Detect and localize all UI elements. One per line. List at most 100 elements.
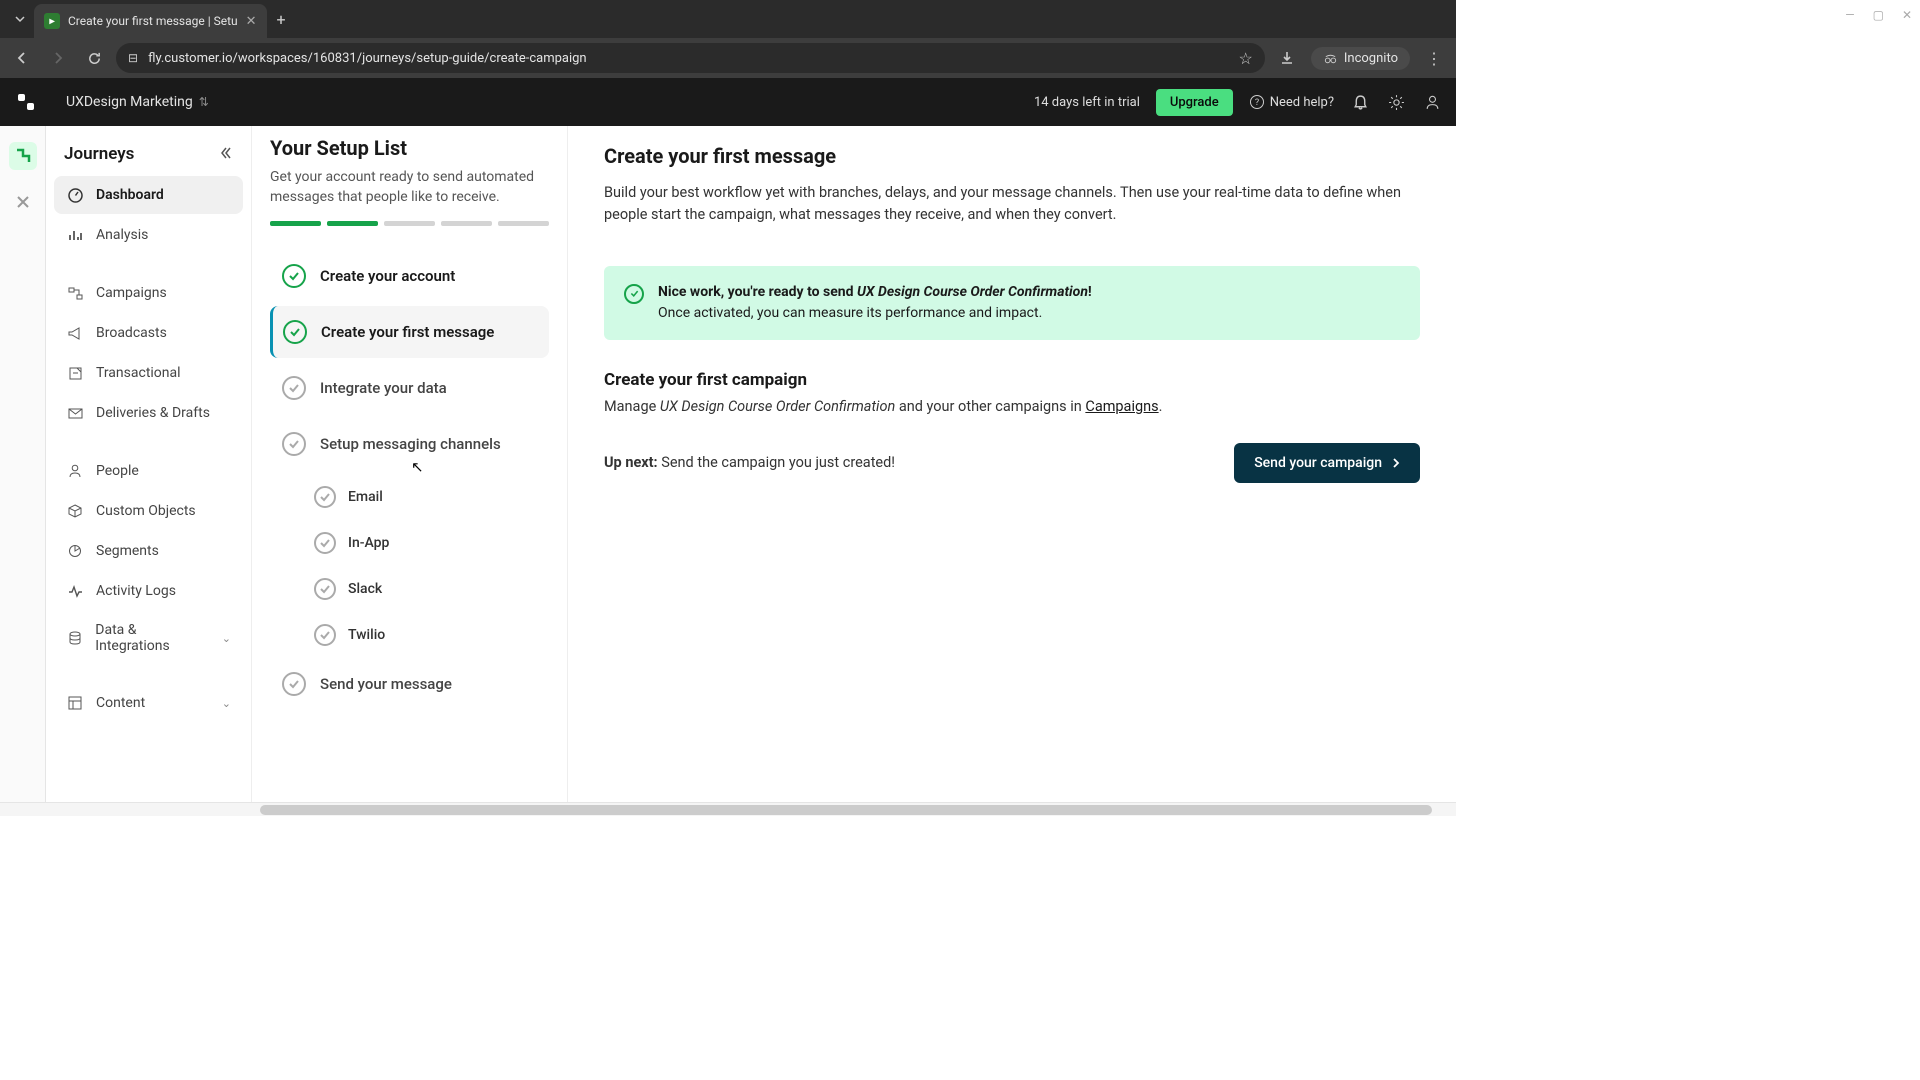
chevron-down-icon: ⌄ <box>222 632 231 645</box>
nav-broadcasts[interactable]: Broadcasts <box>54 314 243 352</box>
forward-button[interactable] <box>44 44 72 72</box>
up-next-text: Up next: Send the campaign you just crea… <box>604 454 895 471</box>
bookmark-icon[interactable]: ☆ <box>1239 49 1253 68</box>
url-text: fly.customer.io/workspaces/160831/journe… <box>148 51 1228 66</box>
app: UXDesign Marketing ⇅ 14 days left in tri… <box>0 78 1456 816</box>
cube-icon <box>66 502 84 520</box>
nav-data-integrations[interactable]: Data & Integrations⌄ <box>54 612 243 664</box>
substep-twilio[interactable]: Twilio <box>270 612 549 658</box>
check-circle-icon <box>314 578 336 600</box>
scrollbar-thumb[interactable] <box>260 805 1432 815</box>
banner-subtext: Once activated, you can measure its perf… <box>658 303 1092 324</box>
campaigns-link[interactable]: Campaigns <box>1085 398 1158 415</box>
app-logo-icon[interactable] <box>14 90 38 114</box>
trial-status: 14 days left in trial <box>1034 95 1140 110</box>
check-circle-icon <box>314 486 336 508</box>
workspace-switcher-icon[interactable]: ⇅ <box>199 95 209 109</box>
site-info-icon[interactable]: ⊟ <box>128 51 138 65</box>
reload-button[interactable] <box>80 44 108 72</box>
tab-title: Create your first message | Setu <box>68 14 238 28</box>
gauge-icon <box>66 186 84 204</box>
envelope-icon <box>66 404 84 422</box>
close-window-icon[interactable]: ✕ <box>1902 8 1912 22</box>
send-campaign-button[interactable]: Send your campaign <box>1234 443 1420 483</box>
receipt-icon <box>66 364 84 382</box>
nav-content[interactable]: Content⌄ <box>54 684 243 722</box>
main-description: Build your best workflow yet with branch… <box>604 182 1420 226</box>
incognito-badge[interactable]: Incognito <box>1311 47 1410 70</box>
rail-secondary-icon[interactable] <box>9 188 37 216</box>
maximize-icon[interactable]: ▢ <box>1873 8 1884 22</box>
upgrade-button[interactable]: Upgrade <box>1156 89 1233 116</box>
check-circle-icon <box>282 432 306 456</box>
chevron-right-icon <box>1392 457 1400 469</box>
nav-deliveries[interactable]: Deliveries & Drafts <box>54 394 243 432</box>
progress-segment <box>441 221 492 226</box>
new-tab-button[interactable]: + <box>267 10 296 29</box>
success-banner: Nice work, you're ready to send UX Desig… <box>604 266 1420 340</box>
setup-panel: Your Setup List Get your account ready t… <box>252 126 568 802</box>
sidebar: Journeys Dashboard Analysis Campaigns Br… <box>46 126 252 802</box>
progress-segment <box>384 221 435 226</box>
check-circle-icon <box>314 624 336 646</box>
check-circle-icon <box>624 284 644 304</box>
check-circle-icon <box>282 672 306 696</box>
profile-icon[interactable] <box>1422 92 1442 112</box>
sidebar-title: Journeys <box>64 144 134 164</box>
flow-icon <box>66 284 84 302</box>
window-controls: — ▢ ✕ <box>1845 8 1912 22</box>
step-integrate-data[interactable]: Integrate your data <box>270 362 549 414</box>
progress-segment <box>327 221 378 226</box>
step-messaging-channels[interactable]: Setup messaging channels <box>270 418 549 470</box>
incognito-icon <box>1323 51 1338 66</box>
help-link[interactable]: ? Need help? <box>1249 94 1334 110</box>
tab-search-icon[interactable] <box>6 5 34 33</box>
nav-dashboard[interactable]: Dashboard <box>54 176 243 214</box>
incognito-label: Incognito <box>1344 51 1398 66</box>
browser-menu-icon[interactable]: ⋮ <box>1420 44 1448 72</box>
section-title: Create your first campaign <box>604 370 1420 390</box>
nav-campaigns[interactable]: Campaigns <box>54 274 243 312</box>
progress-bar <box>270 221 549 226</box>
tab-close-icon[interactable]: ✕ <box>246 14 257 29</box>
banner-headline: Nice work, you're ready to send UX Desig… <box>658 282 1092 303</box>
step-send-message[interactable]: Send your message <box>270 658 549 710</box>
substep-inapp[interactable]: In-App <box>270 520 549 566</box>
rail-journeys-icon[interactable] <box>9 142 37 170</box>
check-circle-icon <box>283 320 307 344</box>
nav-custom-objects[interactable]: Custom Objects <box>54 492 243 530</box>
progress-segment <box>270 221 321 226</box>
downloads-icon[interactable] <box>1273 44 1301 72</box>
nav-activity-logs[interactable]: Activity Logs <box>54 572 243 610</box>
help-icon: ? <box>1249 94 1265 110</box>
check-circle-icon <box>282 376 306 400</box>
substep-email[interactable]: Email <box>270 474 549 520</box>
app-topbar: UXDesign Marketing ⇅ 14 days left in tri… <box>0 78 1456 126</box>
substep-slack[interactable]: Slack <box>270 566 549 612</box>
collapse-sidebar-icon[interactable] <box>219 145 233 164</box>
progress-segment <box>498 221 549 226</box>
product-rail <box>0 126 46 802</box>
notifications-icon[interactable] <box>1350 92 1370 112</box>
nav-transactional[interactable]: Transactional <box>54 354 243 392</box>
step-create-message[interactable]: Create your first message <box>270 306 549 358</box>
browser-tab[interactable]: ▸ Create your first message | Setu ✕ <box>34 4 267 38</box>
chart-icon <box>66 226 84 244</box>
settings-icon[interactable] <box>1386 92 1406 112</box>
database-icon <box>66 629 83 647</box>
back-button[interactable] <box>8 44 36 72</box>
address-bar[interactable]: ⊟ fly.customer.io/workspaces/160831/jour… <box>116 43 1265 73</box>
workspace-name[interactable]: UXDesign Marketing <box>66 94 193 110</box>
browser-toolbar: ⊟ fly.customer.io/workspaces/160831/jour… <box>0 38 1456 78</box>
nav-people[interactable]: People <box>54 452 243 490</box>
minimize-icon[interactable]: — <box>1845 8 1854 22</box>
main-title: Create your first message <box>604 144 1420 168</box>
nav-segments[interactable]: Segments <box>54 532 243 570</box>
chevron-down-icon: ⌄ <box>222 697 231 710</box>
horizontal-scrollbar[interactable] <box>0 802 1456 816</box>
main-panel: Create your first message Build your bes… <box>568 126 1456 802</box>
step-create-account[interactable]: Create your account <box>270 250 549 302</box>
nav-analysis[interactable]: Analysis <box>54 216 243 254</box>
person-icon <box>66 462 84 480</box>
check-circle-icon <box>282 264 306 288</box>
